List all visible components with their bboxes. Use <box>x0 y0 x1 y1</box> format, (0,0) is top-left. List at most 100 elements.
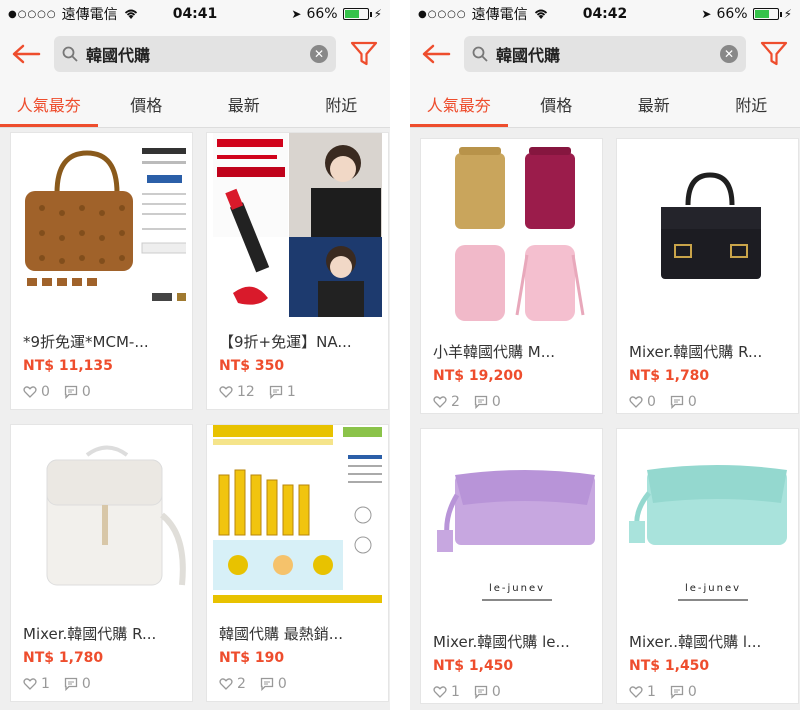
sort-tabs: 人氣最夯 價格 最新 附近 <box>0 80 390 128</box>
heart-icon <box>23 386 37 398</box>
tab-newest[interactable]: 最新 <box>195 80 293 127</box>
comment-icon <box>64 385 78 399</box>
tab-nearby[interactable]: 附近 <box>703 80 800 127</box>
product-title[interactable]: 韓國代購 最熱銷... <box>219 623 376 644</box>
product-stats: 0 0 <box>629 394 786 410</box>
comment-count[interactable]: 0 <box>670 684 697 700</box>
clear-icon[interactable]: ✕ <box>310 45 328 63</box>
back-button[interactable] <box>418 36 454 72</box>
like-count[interactable]: 1 <box>433 684 460 700</box>
product-price: NT$ 1,450 <box>433 658 514 674</box>
comment-count[interactable]: 0 <box>64 676 91 692</box>
product-title[interactable]: Mixer.韓國代購 R... <box>23 623 180 644</box>
screens: ●○○○○ 遠傳電信 04:41 ➤ 66% ⚡ 韓國代購 ✕ 人氣最夯 價格 … <box>0 0 800 710</box>
product-card[interactable]: 【9折+免運】NA... NT$ 350 12 1 <box>206 132 389 410</box>
product-price: NT$ 350 <box>219 358 285 374</box>
product-card[interactable]: le-junev Mixer..韓國代購 l... NT$ 1,450 1 0 <box>616 428 799 704</box>
signal-dots-icon: ●○○○○ <box>418 8 467 20</box>
divider <box>390 0 410 710</box>
battery-icon <box>342 8 372 20</box>
product-title[interactable]: Mixer.韓國代購 R... <box>629 341 786 362</box>
product-title[interactable]: Mixer.韓國代購 le... <box>433 631 590 652</box>
heart-icon <box>629 396 643 408</box>
filter-button[interactable] <box>756 36 792 72</box>
filter-button[interactable] <box>346 36 382 72</box>
product-title[interactable]: 小羊韓國代購 M... <box>433 341 590 362</box>
product-stats: 2 0 <box>219 676 376 692</box>
back-button[interactable] <box>8 36 44 72</box>
search-header: 韓國代購 ✕ <box>0 28 390 80</box>
product-card[interactable]: Mixer.韓國代購 R... NT$ 1,780 0 0 <box>616 138 799 414</box>
brand-label: le-junev <box>685 583 741 594</box>
product-price: NT$ 1,450 <box>629 658 710 674</box>
search-bar[interactable]: 韓國代購 ✕ <box>464 36 746 72</box>
product-stats: 1 0 <box>433 684 590 700</box>
product-stats: 0 0 <box>23 384 180 400</box>
comment-count[interactable]: 0 <box>260 676 287 692</box>
heart-icon <box>629 686 643 698</box>
heart-icon <box>23 678 37 690</box>
heart-icon <box>219 386 233 398</box>
product-card[interactable]: Mixer.韓國代購 R... NT$ 1,780 1 0 <box>10 424 193 702</box>
search-bar[interactable]: 韓國代購 ✕ <box>54 36 336 72</box>
product-price: NT$ 11,135 <box>23 358 113 374</box>
like-count[interactable]: 2 <box>219 676 246 692</box>
clear-icon[interactable]: ✕ <box>720 45 738 63</box>
product-image[interactable]: le-junev <box>427 435 596 617</box>
product-price: NT$ 1,780 <box>629 368 710 384</box>
like-count[interactable]: 12 <box>219 384 255 400</box>
screen-right: ●○○○○ 遠傳電信 04:42 ➤ 66% ⚡ 韓國代購 ✕ 人氣最夯 價格 … <box>410 0 800 710</box>
product-image[interactable] <box>213 133 382 317</box>
product-image[interactable] <box>17 425 186 609</box>
product-card[interactable]: le-junev Mixer.韓國代購 le... NT$ 1,450 1 0 <box>420 428 603 704</box>
product-image[interactable] <box>17 133 186 317</box>
comment-icon <box>474 685 488 699</box>
sort-tabs: 人氣最夯 價格 最新 附近 <box>410 80 800 128</box>
comment-icon <box>260 677 274 691</box>
tab-price[interactable]: 價格 <box>508 80 606 127</box>
like-count[interactable]: 1 <box>629 684 656 700</box>
brand-label: le-junev <box>489 583 545 594</box>
search-icon <box>62 46 78 62</box>
product-image[interactable] <box>623 145 792 327</box>
product-price: NT$ 190 <box>219 650 285 666</box>
like-count[interactable]: 0 <box>629 394 656 410</box>
product-stats: 1 0 <box>23 676 180 692</box>
battery-percent: 66% <box>306 6 338 22</box>
tab-newest[interactable]: 最新 <box>605 80 703 127</box>
comment-icon <box>670 685 684 699</box>
comment-count[interactable]: 1 <box>269 384 296 400</box>
carrier-name: 遠傳電信 <box>471 7 528 23</box>
product-card[interactable]: 小羊韓國代購 M... NT$ 19,200 2 0 <box>420 138 603 414</box>
comment-count[interactable]: 0 <box>64 384 91 400</box>
product-card[interactable]: 韓國代購 最熱銷... NT$ 190 2 0 <box>206 424 389 702</box>
heart-icon <box>433 396 447 408</box>
comment-icon <box>670 395 684 409</box>
status-bar: ●○○○○ 遠傳電信 04:41 ➤ 66% ⚡ <box>0 0 390 28</box>
location-icon: ➤ <box>291 7 302 21</box>
tab-price[interactable]: 價格 <box>98 80 196 127</box>
search-input[interactable]: 韓國代購 <box>496 42 712 66</box>
comment-count[interactable]: 0 <box>474 394 501 410</box>
tab-popular[interactable]: 人氣最夯 <box>0 80 98 127</box>
comment-count[interactable]: 0 <box>474 684 501 700</box>
tab-popular[interactable]: 人氣最夯 <box>410 80 508 127</box>
product-image[interactable]: le-junev <box>623 435 792 617</box>
product-card[interactable]: *9折免運*MCM-... NT$ 11,135 0 0 <box>10 132 193 410</box>
product-stats: 2 0 <box>433 394 590 410</box>
product-title[interactable]: 【9折+免運】NA... <box>219 331 376 352</box>
product-image[interactable] <box>427 145 596 327</box>
like-count[interactable]: 0 <box>23 384 50 400</box>
product-title[interactable]: Mixer..韓國代購 l... <box>629 631 786 652</box>
arrow-left-icon <box>12 44 41 64</box>
product-title[interactable]: *9折免運*MCM-... <box>23 331 180 352</box>
product-image[interactable] <box>213 425 382 609</box>
filter-icon <box>760 41 788 66</box>
search-input[interactable]: 韓國代購 <box>86 42 302 66</box>
comment-count[interactable]: 0 <box>670 394 697 410</box>
like-count[interactable]: 1 <box>23 676 50 692</box>
battery-icon <box>752 8 782 20</box>
like-count[interactable]: 2 <box>433 394 460 410</box>
tab-nearby[interactable]: 附近 <box>293 80 391 127</box>
search-header: 韓國代購 ✕ <box>410 28 800 80</box>
